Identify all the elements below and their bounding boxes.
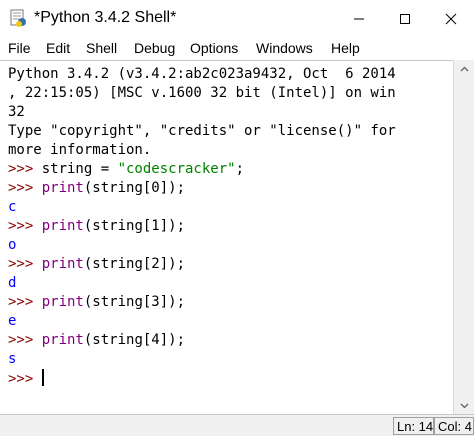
menu-bar: File Edit Shell Debug Options Windows He… bbox=[0, 37, 474, 60]
maximize-icon bbox=[400, 13, 410, 24]
window-title: *Python 3.4.2 Shell* bbox=[34, 9, 177, 26]
prompt: >>> bbox=[8, 256, 42, 272]
scroll-down-icon bbox=[460, 403, 469, 408]
menu-shell[interactable]: Shell bbox=[86, 40, 117, 56]
code-text: (string[1]); bbox=[83, 218, 186, 234]
banner-line: 32 bbox=[8, 104, 25, 120]
output-line: s bbox=[8, 351, 17, 367]
maximize-button[interactable] bbox=[382, 0, 428, 37]
input-line: >>> print(string[3]); bbox=[8, 293, 185, 312]
input-line: >>> print(string[1]); bbox=[8, 217, 185, 236]
code-text: string = bbox=[41, 161, 118, 177]
shell-text-area[interactable]: Python 3.4.2 (v3.4.2:ab2c023a9432, Oct 6… bbox=[0, 60, 453, 415]
menu-help[interactable]: Help bbox=[331, 40, 360, 56]
status-line-number: Ln: 14 bbox=[393, 417, 434, 435]
string-literal: "codescracker" bbox=[117, 161, 236, 177]
output-line: e bbox=[8, 313, 17, 329]
menu-file[interactable]: File bbox=[8, 40, 31, 56]
idle-shell-window: *Python 3.4.2 Shell* File Edit Shell Deb… bbox=[0, 0, 474, 436]
keyword: print bbox=[41, 218, 84, 234]
keyword: print bbox=[41, 332, 84, 348]
prompt: >>> bbox=[8, 371, 42, 387]
close-icon bbox=[445, 13, 457, 24]
code-text: ; bbox=[235, 161, 245, 177]
banner-line: , 22:15:05) [MSC v.1600 32 bit (Intel)] … bbox=[8, 85, 396, 101]
minimize-button[interactable] bbox=[336, 0, 382, 37]
banner-line: Type "copyright", "credits" or "license(… bbox=[8, 123, 396, 139]
prompt: >>> bbox=[8, 218, 42, 234]
output-line: d bbox=[8, 275, 17, 291]
prompt: >>> bbox=[8, 161, 42, 177]
keyword: print bbox=[41, 294, 84, 310]
code-text: (string[2]); bbox=[83, 256, 186, 272]
keyword: print bbox=[41, 256, 84, 272]
vertical-scrollbar[interactable] bbox=[453, 60, 474, 414]
menu-options[interactable]: Options bbox=[190, 40, 238, 56]
output-line: o bbox=[8, 237, 17, 253]
scroll-up-icon bbox=[460, 66, 469, 71]
menu-debug[interactable]: Debug bbox=[134, 40, 175, 56]
prompt: >>> bbox=[8, 294, 42, 310]
title-bar[interactable]: *Python 3.4.2 Shell* bbox=[0, 0, 474, 37]
text-cursor bbox=[41, 369, 44, 386]
code-text: (string[3]); bbox=[83, 294, 186, 310]
prompt: >>> bbox=[8, 180, 42, 196]
banner-line: Python 3.4.2 (v3.4.2:ab2c023a9432, Oct 6… bbox=[8, 66, 396, 82]
keyword: print bbox=[41, 180, 84, 196]
python-idle-icon[interactable] bbox=[8, 8, 28, 28]
prompt: >>> bbox=[8, 332, 42, 348]
scroll-down-button[interactable] bbox=[454, 397, 474, 414]
input-line: >>> print(string[2]); bbox=[8, 255, 185, 274]
scroll-up-button[interactable] bbox=[454, 60, 474, 77]
menu-windows[interactable]: Windows bbox=[256, 40, 313, 56]
input-line: >>> print(string[0]); bbox=[8, 179, 185, 198]
input-line: >>> print(string[4]); bbox=[8, 331, 185, 350]
status-bar: Ln: 14 Col: 4 bbox=[0, 414, 474, 436]
code-text: (string[0]); bbox=[83, 180, 186, 196]
menu-edit[interactable]: Edit bbox=[46, 40, 70, 56]
input-line: >>> string = "codescracker"; bbox=[8, 160, 244, 179]
output-line: c bbox=[8, 199, 17, 215]
minimize-icon bbox=[354, 18, 364, 19]
active-input-line[interactable]: >>> bbox=[8, 369, 44, 388]
code-text: (string[4]); bbox=[83, 332, 186, 348]
banner-line: more information. bbox=[8, 142, 152, 158]
close-button[interactable] bbox=[428, 0, 474, 37]
status-column-number: Col: 4 bbox=[434, 417, 474, 435]
